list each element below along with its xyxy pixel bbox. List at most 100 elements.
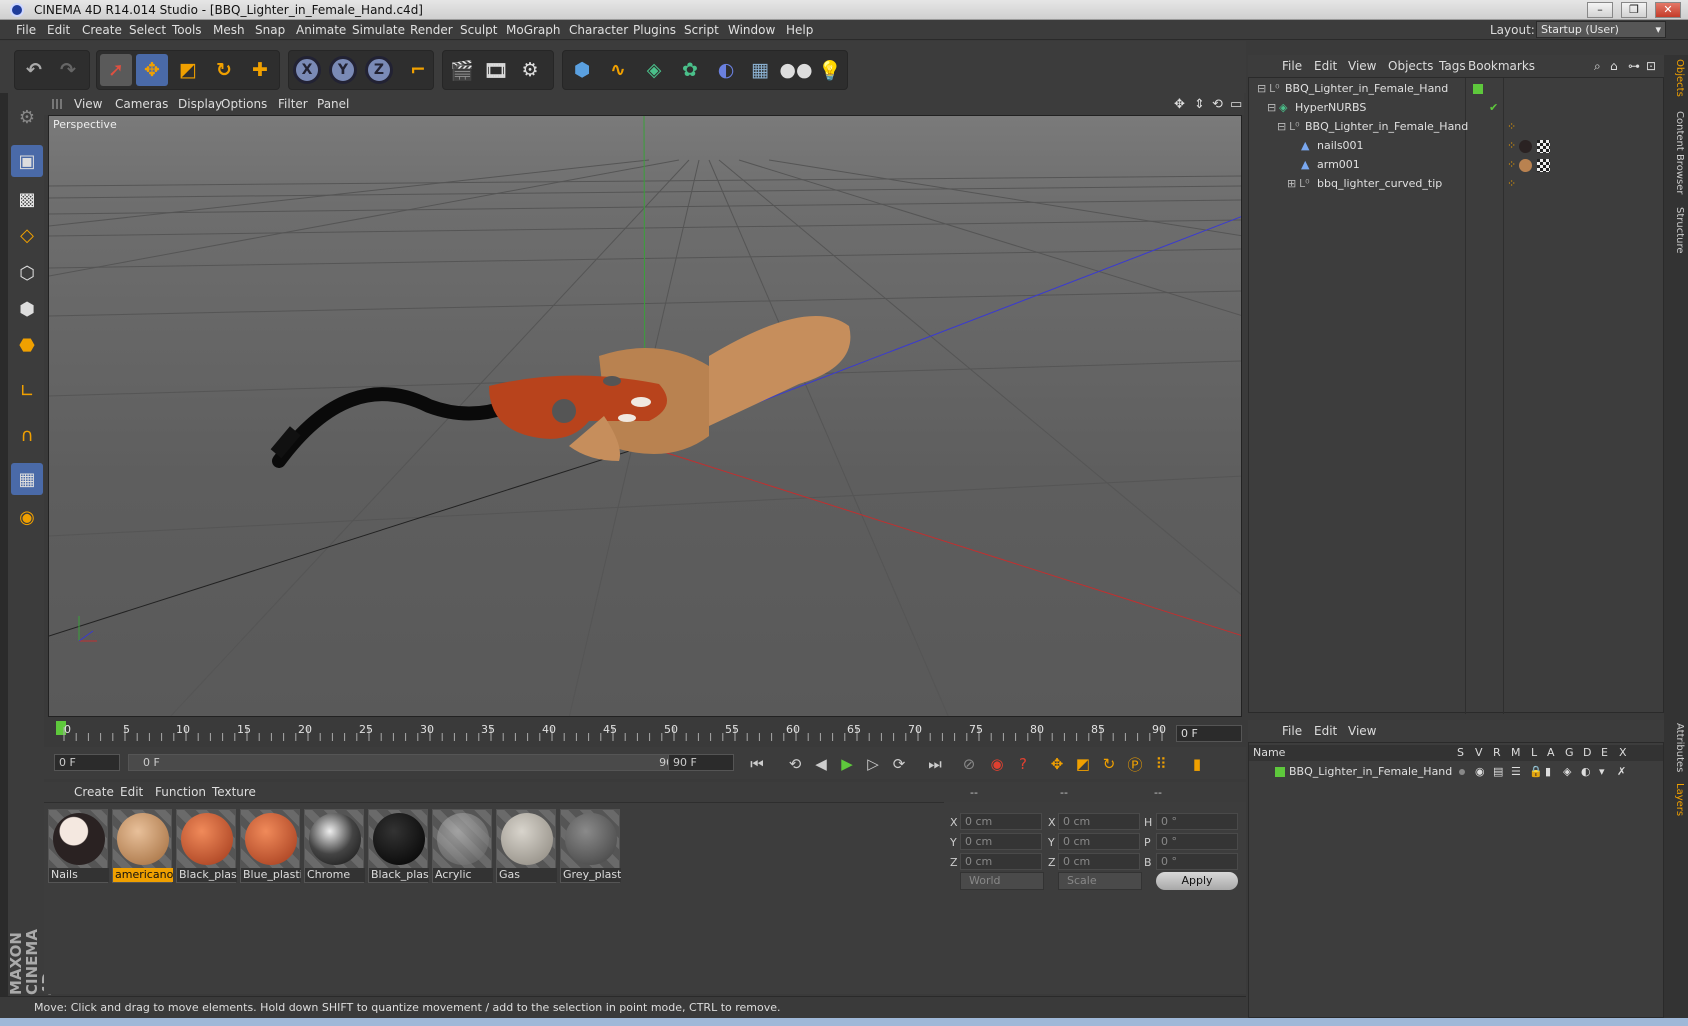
new-window-icon[interactable]: ⊡ [1646,59,1656,73]
viewport-menu-cameras[interactable]: Cameras [115,97,168,111]
material-tag-icon[interactable] [1519,159,1532,172]
tab-objects[interactable]: Objects [1667,59,1685,97]
apply-button[interactable]: Apply [1156,872,1238,890]
material-swatch[interactable]: americanoi [112,809,173,883]
material-menu-edit[interactable]: Edit [120,785,143,799]
objects-menu-file[interactable]: File [1282,59,1302,73]
camera-icon[interactable]: ●● [779,54,812,86]
material-tag-icon[interactable] [1519,140,1532,153]
play-icon[interactable]: ▶ [834,753,860,775]
polygons-mode-icon[interactable]: ⬣ [11,329,43,361]
key-rotation-icon[interactable]: ↻ [1096,753,1122,775]
material-swatch[interactable]: Black_plast [368,809,429,883]
autokey-icon[interactable]: ◉ [984,753,1010,775]
menu-animate[interactable]: Animate [296,23,346,37]
snap-icon[interactable]: ◉ [11,501,43,533]
cube-icon[interactable]: ⬢ [566,54,598,86]
viewport-menu-view[interactable]: View [74,97,102,111]
search-icon[interactable]: ⌕ [1594,59,1601,74]
objects-menu-bookmarks[interactable]: Bookmarks [1468,59,1535,73]
menu-sculpt[interactable]: Sculpt [460,23,497,37]
make-editable-icon[interactable]: ⚙ [11,101,43,133]
link-icon[interactable]: ⊶ [1628,59,1640,73]
mograph-cloner-icon[interactable]: ✿ [674,54,706,86]
menu-render[interactable]: Render [410,23,453,37]
live-selection-icon[interactable]: ➚ [100,54,132,86]
prev-key-icon[interactable]: ⟲ [782,753,808,775]
layers-menu-edit[interactable]: Edit [1314,724,1337,738]
layer-color-swatch[interactable] [1275,767,1285,777]
object-row[interactable]: ▲ arm001 ⁘ [1249,156,1663,175]
tab-content-browser[interactable]: Content Browser [1667,111,1685,194]
menu-simulate[interactable]: Simulate [352,23,405,37]
render-picture-viewer-icon[interactable]: 🎞 [480,54,512,86]
texture-mode-icon[interactable]: ▩ [11,183,43,215]
end-frame-field[interactable]: 90 F [668,754,734,771]
menu-character[interactable]: Character [569,23,628,37]
menu-file[interactable]: File [16,23,36,37]
render-icon[interactable]: ▤ [1493,765,1503,778]
manager-icon[interactable]: ☰ [1511,765,1521,778]
uvw-tag-icon[interactable] [1537,140,1550,153]
prev-frame-icon[interactable]: ◀ [808,753,834,775]
tab-structure[interactable]: Structure [1667,207,1685,254]
next-frame-icon[interactable]: ▷ [860,753,886,775]
coordinate-space-select[interactable]: World [960,872,1044,890]
layout-select[interactable]: Startup (User) ▾ [1536,21,1666,38]
menu-script[interactable]: Script [684,23,719,37]
layers-menu-file[interactable]: File [1282,724,1302,738]
deformer-icon[interactable]: ◐ [710,54,742,86]
expression-icon[interactable]: ▾ [1599,765,1605,778]
layer-row[interactable]: BBQ_Lighter_in_Female_Hand ◉ ▤ ☰ 🔒 ▮ ◈ ◐… [1249,763,1663,782]
menu-help[interactable]: Help [786,23,813,37]
key-scale-icon[interactable]: ◩ [1070,753,1096,775]
size-x-field[interactable]: 0 cm [1058,813,1140,830]
scene-floor-icon[interactable]: ▦ [744,54,776,86]
axis-mode-icon[interactable]: ∟ [11,375,43,407]
material-swatch[interactable]: Nails [48,809,109,883]
restore-button[interactable]: ❐ [1621,2,1647,18]
rotate-icon[interactable]: ↻ [208,54,240,86]
generator-icon[interactable]: ◈ [1563,765,1571,778]
object-row[interactable]: ⊟ L⁰ BBQ_Lighter_in_Female_Hand [1249,80,1663,99]
layers-menu-view[interactable]: View [1348,724,1376,738]
objects-menu-view[interactable]: View [1348,59,1376,73]
expand-icon[interactable]: ⊟ [1267,101,1276,114]
position-y-field[interactable]: 0 cm [960,833,1042,850]
key-pla-icon[interactable]: ⠿ [1148,753,1174,775]
close-button[interactable]: ✕ [1655,2,1681,18]
material-swatch[interactable]: Black_plast [176,809,237,883]
expand-icon[interactable]: ⊟ [1257,82,1266,95]
uvw-tag-icon[interactable] [1537,159,1550,172]
key-parameter-icon[interactable]: Ⓟ [1122,753,1148,775]
lock-icon[interactable]: 🔒 [1529,765,1543,778]
menu-create[interactable]: Create [82,23,122,37]
frame-range-slider[interactable]: 0 F 90 F [128,754,702,771]
current-frame-field[interactable]: 0 F [1176,725,1242,742]
workplane-lock-icon[interactable]: ▦ [11,463,43,495]
render-view-icon[interactable]: 🎬 [446,54,478,86]
goto-start-icon[interactable]: ⏮ [744,753,770,775]
dolly-icon[interactable]: ⇕ [1194,97,1205,112]
object-row[interactable]: ⊟ ◈ HyperNURBS ✔ [1249,99,1663,118]
coordinate-mode-select[interactable]: Scale [1058,872,1142,890]
material-swatch[interactable]: Gas [496,809,557,883]
maximize-view-icon[interactable]: ▭ [1230,97,1242,112]
material-menu-create[interactable]: Create [74,785,114,799]
size-z-field[interactable]: 0 cm [1058,853,1140,870]
menu-snap[interactable]: Snap [255,23,285,37]
pan-icon[interactable]: ✥ [1174,97,1185,112]
animation-icon[interactable]: ▮ [1545,765,1551,778]
object-row[interactable]: ▲ nails001 ⁘ [1249,137,1663,156]
scale-icon[interactable]: ◩ [172,54,204,86]
record-keys-icon[interactable]: ⊘ [956,753,982,775]
tab-attributes[interactable]: Attributes [1667,723,1685,772]
expand-icon[interactable]: ⊟ [1277,120,1286,133]
add-object-icon[interactable]: ✚ [244,54,276,86]
viewport-menu-options[interactable]: Options [221,97,267,111]
view-eye-icon[interactable]: ◉ [1475,765,1485,778]
menu-window[interactable]: Window [728,23,775,37]
coordinate-system-icon[interactable]: ⌐ [402,54,434,86]
solo-toggle[interactable] [1459,769,1465,775]
keyframe-selection-icon[interactable]: ? [1010,753,1036,775]
